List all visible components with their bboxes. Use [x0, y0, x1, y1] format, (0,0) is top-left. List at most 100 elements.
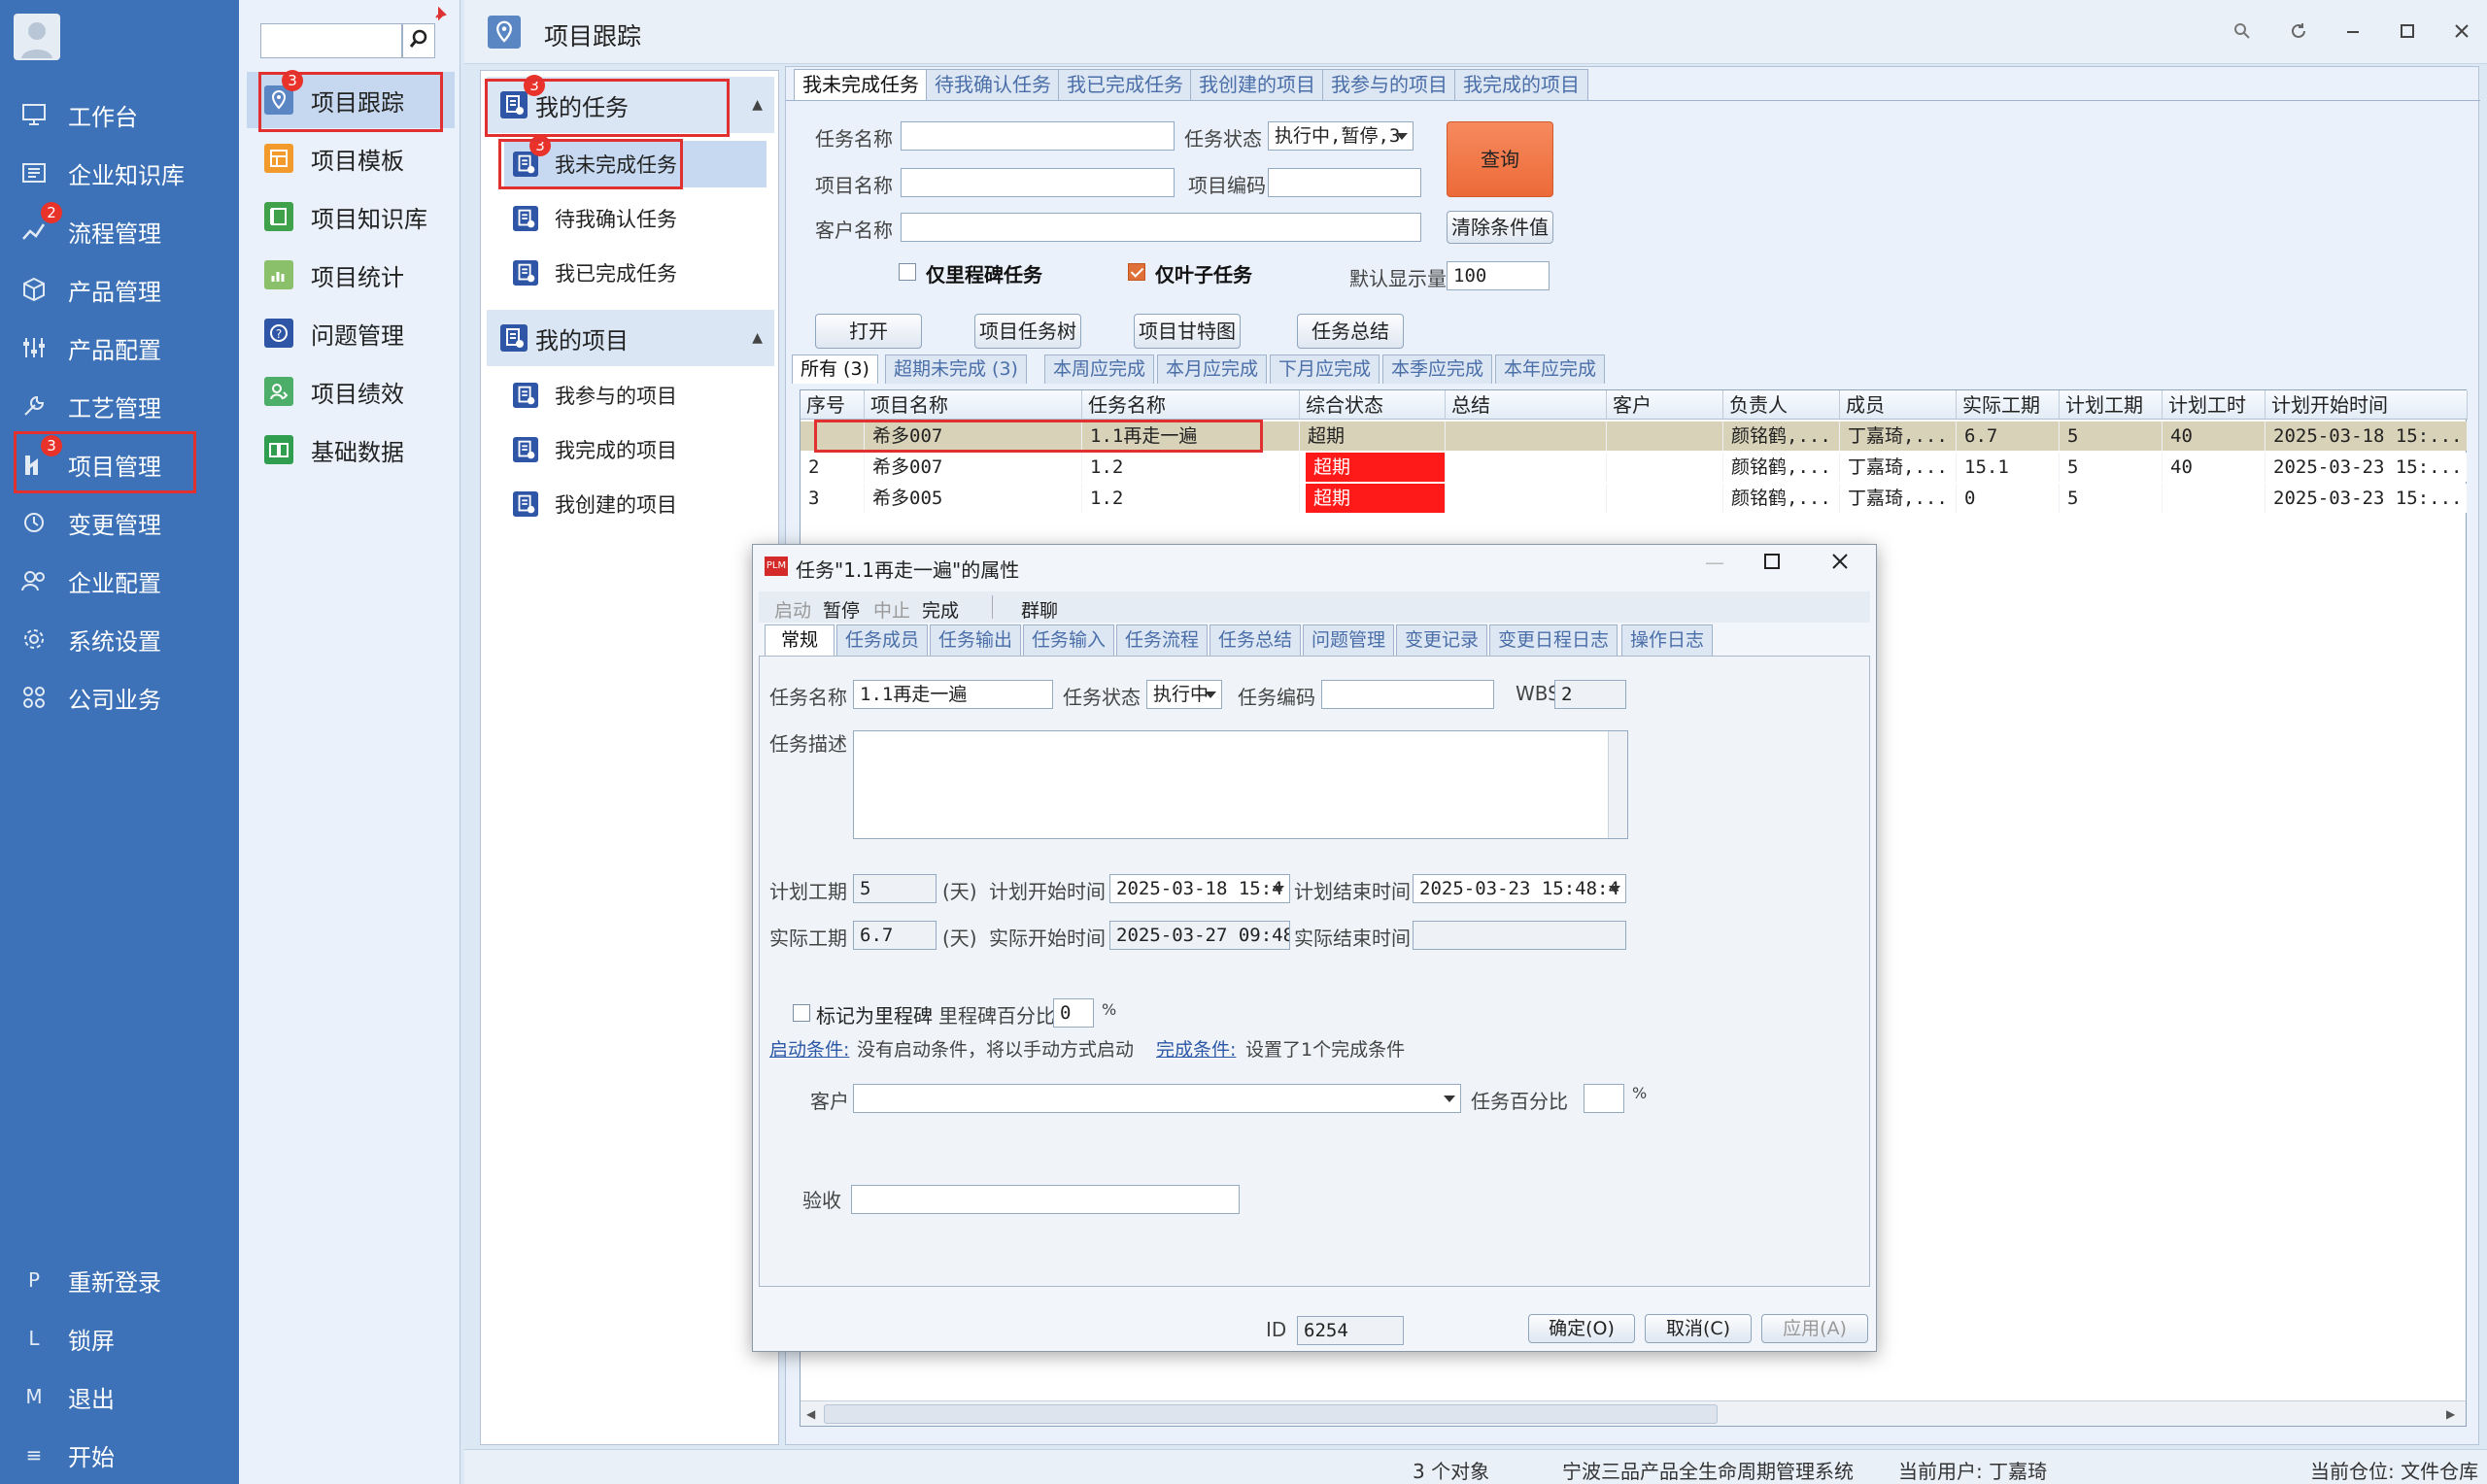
tab-joined-projects[interactable]: 我参与的项目: [1322, 69, 1456, 100]
subtab-next-month[interactable]: 下月应完成: [1270, 354, 1380, 384]
column-header[interactable]: 序号: [801, 390, 865, 420]
tab-pending-confirm[interactable]: 待我确认任务: [926, 69, 1060, 100]
collapse-arrow-icon[interactable]: ▲: [752, 97, 763, 113]
scrollbar-thumb[interactable]: [824, 1404, 1718, 1424]
start-button[interactable]: 启动: [774, 596, 811, 623]
close-button[interactable]: [1831, 553, 1860, 582]
dialog-tab-inputs[interactable]: 任务输入: [1023, 624, 1115, 656]
nav-item-business[interactable]: 公司业务: [0, 670, 239, 725]
module-item-template[interactable]: 项目模板: [247, 130, 455, 186]
nav-item-workbench[interactable]: 工作台: [0, 87, 239, 142]
column-header[interactable]: 计划工时: [2163, 390, 2266, 420]
nav-item-knowledge[interactable]: 企业知识库: [0, 146, 239, 200]
nav-item-flow[interactable]: 流程管理: [0, 204, 239, 258]
dialog-tab-general[interactable]: 常规: [765, 624, 835, 656]
task-code-input[interactable]: [1321, 680, 1494, 709]
nav-item-change[interactable]: 变更管理: [0, 495, 239, 550]
column-header[interactable]: 负责人: [1723, 390, 1840, 420]
module-item-basedata[interactable]: 基础数据: [247, 422, 455, 478]
search-icon[interactable]: [2223, 14, 2262, 49]
open-button[interactable]: 打开: [815, 314, 922, 349]
column-header[interactable]: 任务名称: [1082, 390, 1300, 420]
plan-days-input[interactable]: 5: [853, 874, 937, 903]
tree-item-created-projects[interactable]: 我创建的项目: [504, 481, 767, 527]
cancel-button[interactable]: 取消(C): [1645, 1314, 1752, 1343]
tree-item-completed-tasks[interactable]: 我已完成任务: [504, 250, 767, 296]
complete-button[interactable]: 完成: [922, 596, 959, 623]
plan-start-select[interactable]: 2025-03-18 15:4: [1109, 874, 1290, 903]
module-item-issues[interactable]: ? 问题管理: [247, 305, 455, 361]
actual-days-input[interactable]: 6.7: [853, 921, 937, 950]
nav-relogin[interactable]: P 重新登录: [0, 1253, 239, 1307]
close-button[interactable]: [2442, 14, 2481, 49]
pin-icon[interactable]: [433, 6, 447, 21]
refresh-icon[interactable]: [2279, 14, 2318, 49]
start-condition-link[interactable]: 启动条件:: [769, 1035, 849, 1062]
query-button[interactable]: 查询: [1447, 121, 1553, 197]
id-input[interactable]: 6254: [1297, 1316, 1404, 1345]
tab-created-projects[interactable]: 我创建的项目: [1190, 69, 1324, 100]
subtab-all[interactable]: 所有 (3): [792, 354, 878, 384]
stop-button[interactable]: 中止: [873, 596, 910, 623]
subtab-this-month[interactable]: 本月应完成: [1157, 354, 1268, 384]
avatar[interactable]: [14, 14, 60, 60]
scroll-right-icon[interactable]: ▶: [2446, 1407, 2455, 1421]
nav-item-product-config[interactable]: 产品配置: [0, 320, 239, 375]
maximize-button[interactable]: [1763, 553, 1792, 582]
maximize-button[interactable]: [2388, 14, 2427, 49]
nav-item-process[interactable]: 工艺管理: [0, 379, 239, 433]
column-header[interactable]: 总结: [1446, 390, 1607, 420]
leaf-only-checkbox[interactable]: [1128, 263, 1145, 281]
task-status-select[interactable]: 执行中,暂停,3: [1268, 121, 1414, 151]
nav-item-enterprise[interactable]: 企业配置: [0, 554, 239, 608]
subtab-this-year[interactable]: 本年应完成: [1495, 354, 1606, 384]
default-count-input[interactable]: 100: [1447, 261, 1550, 290]
task-pct-input[interactable]: [1584, 1084, 1624, 1113]
scroll-left-icon[interactable]: ◀: [806, 1407, 815, 1421]
column-header[interactable]: 计划开始时间: [2266, 390, 2468, 420]
minimize-button[interactable]: —: [1695, 551, 1734, 580]
milestone-pct-input[interactable]: 0: [1053, 998, 1094, 1028]
task-tree-button[interactable]: 项目任务树: [974, 314, 1081, 349]
finish-condition-link[interactable]: 完成条件:: [1156, 1035, 1236, 1062]
task-description-textarea[interactable]: [853, 730, 1628, 839]
subtab-this-quarter[interactable]: 本季应完成: [1382, 354, 1493, 384]
acceptance-input[interactable]: [851, 1185, 1240, 1214]
vertical-scrollbar[interactable]: [1608, 731, 1627, 838]
task-name-input[interactable]: 1.1再走一遍: [853, 680, 1053, 709]
dialog-tab-summary[interactable]: 任务总结: [1209, 624, 1302, 656]
apply-button[interactable]: 应用(A): [1761, 1314, 1868, 1343]
tree-item-finished-projects[interactable]: 我完成的项目: [504, 426, 767, 473]
minimize-button[interactable]: [2334, 14, 2372, 49]
module-item-performance[interactable]: 项目绩效: [247, 363, 455, 420]
module-item-stats[interactable]: 项目统计: [247, 247, 455, 303]
search-button[interactable]: [402, 23, 435, 58]
milestone-checkbox[interactable]: [793, 1004, 810, 1022]
customer-select[interactable]: [853, 1084, 1461, 1113]
collapse-arrow-icon[interactable]: ▲: [752, 330, 763, 346]
column-header[interactable]: 客户: [1607, 390, 1723, 420]
actual-start-input[interactable]: 2025-03-27 09:48:: [1109, 921, 1290, 950]
plan-end-select[interactable]: 2025-03-23 15:48:4: [1413, 874, 1626, 903]
column-header[interactable]: 成员: [1840, 390, 1957, 420]
dialog-tab-members[interactable]: 任务成员: [836, 624, 929, 656]
task-summary-button[interactable]: 任务总结: [1297, 314, 1404, 349]
clear-conditions-button[interactable]: 清除条件值: [1447, 211, 1553, 244]
task-name-input[interactable]: [901, 121, 1175, 151]
tab-finished-projects[interactable]: 我完成的项目: [1454, 69, 1588, 100]
customer-name-input[interactable]: [901, 213, 1421, 242]
milestone-only-checkbox[interactable]: [899, 263, 916, 281]
tab-completed-tasks[interactable]: 我已完成任务: [1058, 69, 1192, 100]
tree-group-my-projects[interactable]: 我的项目 ▲: [487, 310, 774, 366]
subtab-overdue[interactable]: 超期未完成 (3): [885, 354, 1027, 384]
nav-item-settings[interactable]: 系统设置: [0, 612, 239, 666]
project-code-input[interactable]: [1268, 168, 1421, 197]
column-header[interactable]: 计划工期: [2060, 390, 2163, 420]
ok-button[interactable]: 确定(O): [1528, 1314, 1635, 1343]
column-header[interactable]: 实际工期: [1957, 390, 2060, 420]
nav-exit[interactable]: M 退出: [0, 1369, 239, 1424]
dialog-tab-flow[interactable]: 任务流程: [1116, 624, 1209, 656]
dialog-tab-schedule-log[interactable]: 变更日程日志: [1489, 624, 1618, 656]
project-name-input[interactable]: [901, 168, 1175, 197]
task-status-select[interactable]: 执行中: [1146, 680, 1222, 709]
